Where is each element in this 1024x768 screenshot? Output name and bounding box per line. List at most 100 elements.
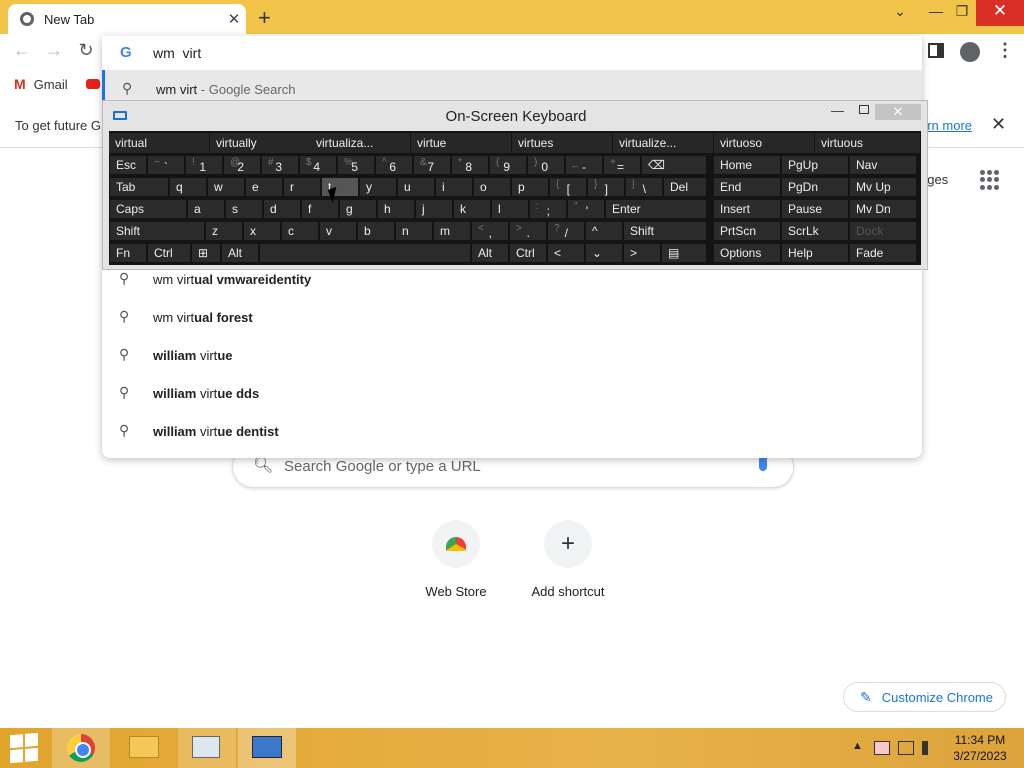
key-prtscn[interactable]: PrtScn (713, 221, 781, 241)
key-shift-right[interactable]: Shift (623, 221, 707, 241)
taskbar-chrome[interactable] (52, 728, 110, 768)
profile-avatar-icon[interactable] (960, 42, 980, 62)
side-panel-icon[interactable] (928, 43, 944, 58)
youtube-icon[interactable] (86, 79, 100, 89)
key-down[interactable]: ⌄ (585, 243, 623, 263)
key-sym[interactable]: }] (587, 177, 625, 197)
key-w[interactable]: w (207, 177, 245, 197)
prediction-2[interactable]: virtualiza... (310, 133, 411, 153)
key-x[interactable]: x (243, 221, 281, 241)
taskbar-on-screen-keyboard[interactable] (238, 728, 296, 768)
taskbar-file-explorer[interactable] (116, 728, 174, 768)
close-window-button[interactable]: ✕ (976, 0, 1024, 26)
key-space[interactable] (259, 243, 471, 263)
key-e[interactable]: e (245, 177, 283, 197)
key-o[interactable]: o (473, 177, 511, 197)
key-q[interactable]: q (169, 177, 207, 197)
key-9[interactable]: (9 (489, 155, 527, 175)
suggestion-item[interactable]: ⚲ william virtue dds (102, 374, 922, 412)
google-apps-icon[interactable] (980, 170, 1000, 190)
suggestion-item[interactable]: ⚲ william virtue (102, 336, 922, 374)
key-c[interactable]: c (281, 221, 319, 241)
key-help[interactable]: Help (781, 243, 849, 263)
key-g[interactable]: g (339, 199, 377, 219)
key-home[interactable]: Home (713, 155, 781, 175)
prediction-0[interactable]: virtual (109, 133, 210, 153)
key-b[interactable]: b (357, 221, 395, 241)
key-fn[interactable]: Fn (109, 243, 147, 263)
show-hidden-icons[interactable]: ▲ (852, 740, 863, 752)
key-`[interactable]: ~ ` (147, 155, 185, 175)
maximize-button[interactable]: ❐ (946, 0, 978, 26)
new-tab-button[interactable]: + (258, 5, 271, 31)
osk-maximize-button[interactable] (859, 105, 869, 114)
prediction-5[interactable]: virtualize... (613, 133, 714, 153)
tab-search-button[interactable]: ⌄ (884, 0, 916, 26)
key-insert[interactable]: Insert (713, 199, 781, 219)
key-ctrl-left[interactable]: Ctrl (147, 243, 191, 263)
info-bar-close-icon[interactable]: ✕ (991, 114, 1006, 135)
key-sym[interactable]: " ' (567, 199, 605, 219)
prediction-1[interactable]: virtually (210, 133, 311, 153)
osk-close-button[interactable]: ✕ (875, 104, 921, 120)
shortcut-add[interactable]: + Add shortcut (518, 520, 618, 599)
customize-chrome-button[interactable]: ✎ Customize Chrome (843, 682, 1006, 712)
key-7[interactable]: & 7 (413, 155, 451, 175)
key-tab[interactable]: Tab (109, 177, 169, 197)
key-5[interactable]: % 5 (337, 155, 375, 175)
key-del[interactable]: Del (663, 177, 707, 197)
key-0[interactable]: ) 0 (527, 155, 565, 175)
key-nav[interactable]: Nav (849, 155, 917, 175)
suggestion-item[interactable]: ⚲ william virtue dentist (102, 412, 922, 450)
suggestion-item[interactable]: ⚲ wm virtual forest (102, 298, 922, 336)
windows-start-icon[interactable] (10, 732, 38, 764)
key-sym[interactable]: :; (529, 199, 567, 219)
key-alt-right[interactable]: Alt (471, 243, 509, 263)
tab-close-icon[interactable]: ✕ (222, 10, 246, 28)
action-center-flag-icon[interactable] (874, 741, 890, 755)
back-button[interactable]: ← (10, 40, 34, 61)
taskbar-task-manager[interactable] (178, 728, 236, 768)
key-3[interactable]: #3 (261, 155, 299, 175)
key-pgup[interactable]: PgUp (781, 155, 849, 175)
key-l[interactable]: l (491, 199, 529, 219)
key-6[interactable]: ^ 6 (375, 155, 413, 175)
prediction-3[interactable]: virtue (411, 133, 512, 153)
key-mvdn[interactable]: Mv Dn (849, 199, 917, 219)
key-caps[interactable]: Caps (109, 199, 187, 219)
key-shift-left[interactable]: Shift (109, 221, 205, 241)
key-pgdn[interactable]: PgDn (781, 177, 849, 197)
key-pause[interactable]: Pause (781, 199, 849, 219)
key-r[interactable]: r (283, 177, 321, 197)
key--[interactable]: _ - (565, 155, 603, 175)
key-a[interactable]: a (187, 199, 225, 219)
network-icon[interactable] (898, 741, 914, 755)
key-p[interactable]: p (511, 177, 549, 197)
key-1[interactable]: ! 1 (185, 155, 223, 175)
key-sym[interactable]: | \ (625, 177, 663, 197)
prediction-6[interactable]: virtuoso (714, 133, 815, 153)
key-sym[interactable]: ? / (547, 221, 585, 241)
key-scrlk[interactable]: ScrLk (781, 221, 849, 241)
key-u[interactable]: u (397, 177, 435, 197)
key-4[interactable]: $4 (299, 155, 337, 175)
key-k[interactable]: k (453, 199, 491, 219)
key-m[interactable]: m (433, 221, 471, 241)
key-y[interactable]: y (359, 177, 397, 197)
key-2[interactable]: @2 (223, 155, 261, 175)
key-n[interactable]: n (395, 221, 433, 241)
key-up[interactable]: ^ (585, 221, 623, 241)
prediction-4[interactable]: virtues (512, 133, 613, 153)
key-j[interactable]: j (415, 199, 453, 219)
key-fade[interactable]: Fade (849, 243, 917, 263)
key-=[interactable]: + = (603, 155, 641, 175)
key-left[interactable]: < (547, 243, 585, 263)
shortcut-web-store[interactable]: Web Store (406, 520, 506, 599)
key-8[interactable]: * 8 (451, 155, 489, 175)
osk-minimize-button[interactable]: — (831, 103, 844, 118)
key-enter[interactable]: Enter (605, 199, 707, 219)
bookmark-gmail[interactable]: M Gmail (14, 76, 68, 92)
key-mvup[interactable]: Mv Up (849, 177, 917, 197)
key-alt-left[interactable]: Alt (221, 243, 259, 263)
key-ctrl-right[interactable]: Ctrl (509, 243, 547, 263)
